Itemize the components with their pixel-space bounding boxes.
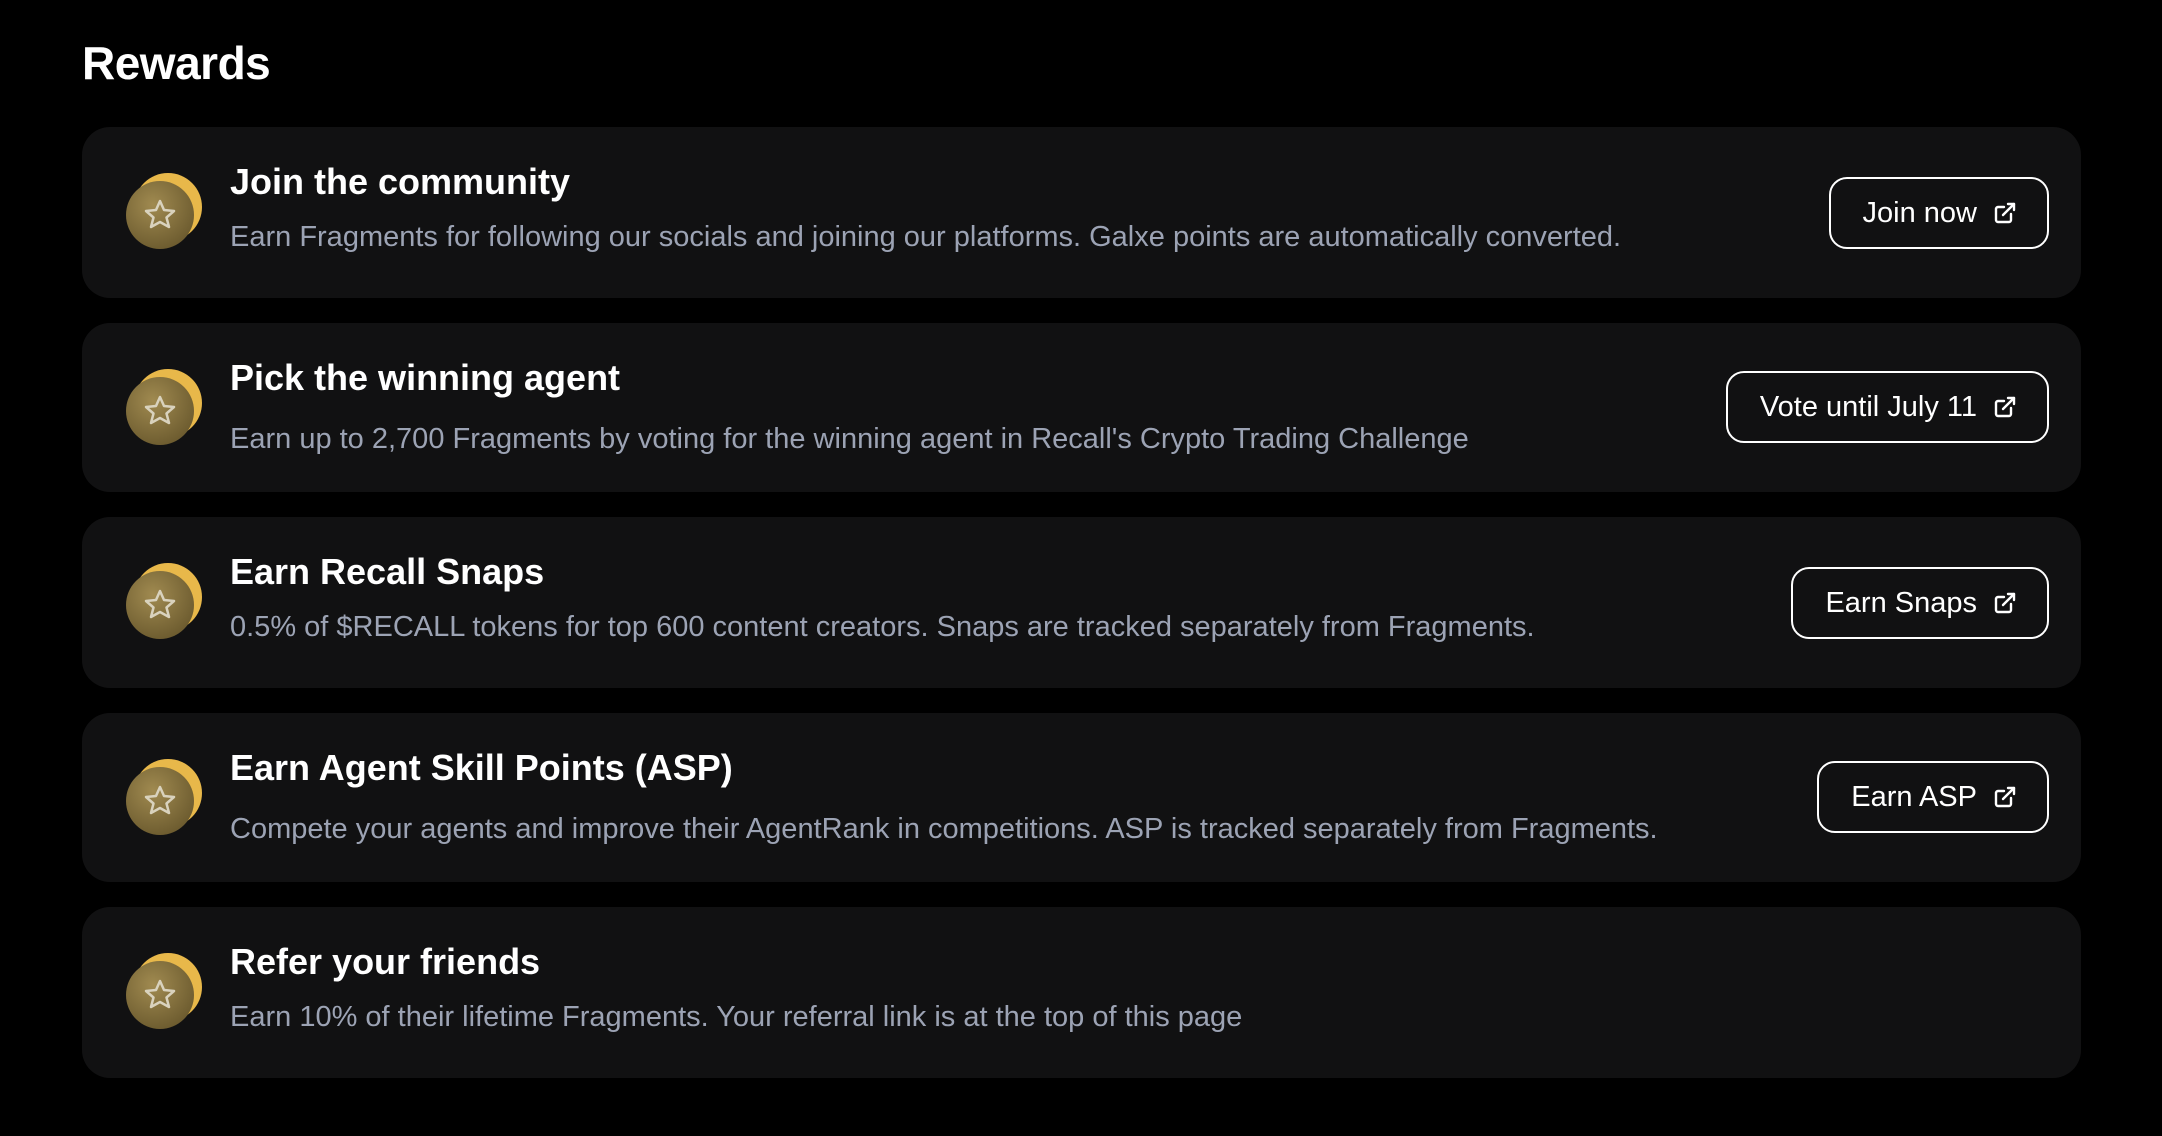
reward-card-refer-friends: Refer your friends Earn 10% of their lif… xyxy=(82,907,2081,1078)
earn-snaps-button[interactable]: Earn Snaps xyxy=(1791,567,2049,639)
rewards-list: Join the community Earn Fragments for fo… xyxy=(82,127,2081,1078)
reward-card-join-community: Join the community Earn Fragments for fo… xyxy=(82,127,2081,298)
reward-title: Pick the winning agent xyxy=(230,357,621,398)
reward-title: Join the community xyxy=(230,161,571,202)
button-label: Join now xyxy=(1862,196,1977,229)
star-coin-icon xyxy=(124,759,206,839)
page-title: Rewards xyxy=(82,37,271,89)
button-label: Vote until July 11 xyxy=(1759,390,1977,423)
join-now-button[interactable]: Join now xyxy=(1828,177,2049,249)
reward-description: Earn up to 2,700 Fragments by voting for… xyxy=(230,423,1469,455)
reward-title: Earn Agent Skill Points (ASP) xyxy=(230,747,733,788)
vote-button[interactable]: Vote until July 11 xyxy=(1725,371,2049,443)
reward-card-agent-skill-points: Earn Agent Skill Points (ASP) Compete yo… xyxy=(82,713,2081,882)
reward-title: Earn Recall Snaps xyxy=(230,551,545,592)
reward-description: 0.5% of $RECALL tokens for top 600 conte… xyxy=(230,611,1535,643)
button-label: Earn ASP xyxy=(1851,780,1977,813)
external-link-icon xyxy=(1993,395,2017,419)
external-link-icon xyxy=(1993,201,2017,225)
reward-card-recall-snaps: Earn Recall Snaps 0.5% of $RECALL tokens… xyxy=(82,517,2081,688)
button-label: Earn Snaps xyxy=(1825,586,1977,619)
external-link-icon xyxy=(1993,785,2017,809)
star-coin-icon xyxy=(124,173,206,253)
reward-description: Earn Fragments for following our socials… xyxy=(230,221,1622,253)
earn-asp-button[interactable]: Earn ASP xyxy=(1817,761,2049,833)
external-link-icon xyxy=(1993,591,2017,615)
reward-description: Compete your agents and improve their Ag… xyxy=(230,813,1658,845)
star-coin-icon xyxy=(124,563,206,643)
reward-title: Refer your friends xyxy=(230,941,541,982)
star-coin-icon xyxy=(124,953,206,1033)
reward-card-winning-agent: Pick the winning agent Earn up to 2,700 … xyxy=(82,323,2081,492)
reward-description: Earn 10% of their lifetime Fragments. Yo… xyxy=(230,1001,1243,1033)
star-coin-icon xyxy=(124,369,206,449)
